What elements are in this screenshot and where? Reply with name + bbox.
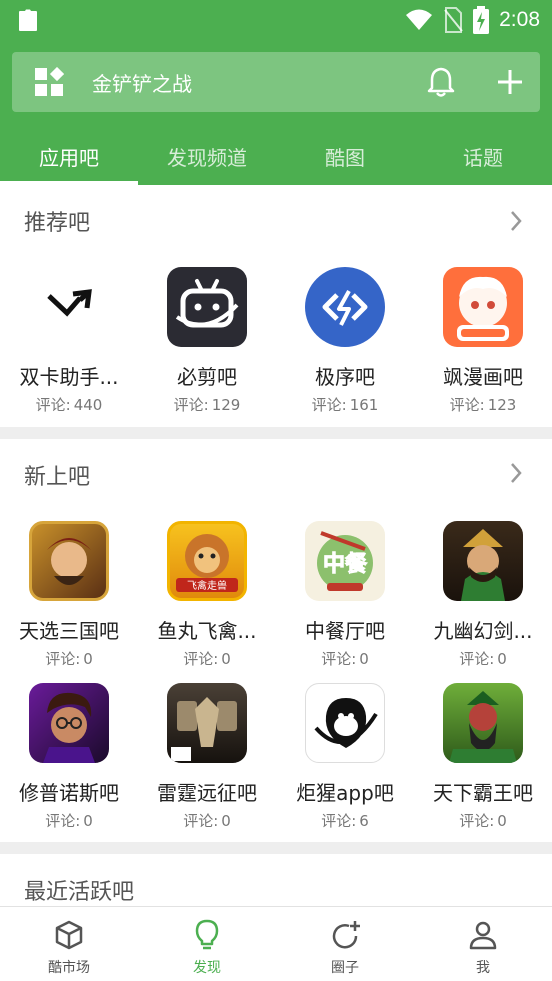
- item-comments: 评论: 0: [459, 650, 507, 668]
- item-comments: 评论: 0: [183, 812, 231, 830]
- tab-topics[interactable]: 话题: [414, 128, 552, 185]
- item-comments: 评论: 0: [45, 812, 93, 830]
- bicut-app-icon: [167, 267, 247, 347]
- game-icon: [29, 683, 109, 763]
- list-item[interactable]: 必剪吧 评论: 129: [138, 267, 276, 417]
- add-icon[interactable]: [494, 66, 526, 98]
- item-name: 极序吧: [315, 365, 375, 389]
- game-icon: [29, 521, 109, 601]
- tab-discover-channel[interactable]: 发现频道: [138, 128, 276, 185]
- nav-circle[interactable]: 圈子: [276, 907, 414, 981]
- list-item[interactable]: 炬猩app吧 评论: 6: [276, 683, 414, 833]
- item-name: 天下霸王吧: [433, 781, 533, 805]
- chevron-right-icon[interactable]: [508, 209, 524, 233]
- wifi-icon: [406, 9, 433, 30]
- game-icon: [167, 683, 247, 763]
- list-item[interactable]: 飞禽走兽 鱼丸飞禽... 评论: 0: [138, 521, 276, 671]
- apps-grid-icon[interactable]: [34, 67, 64, 97]
- search-text[interactable]: 金铲铲之战: [92, 68, 192, 97]
- item-name: 双卡助手...: [19, 365, 119, 389]
- app-bar: 2:08 金铲铲之战 应用吧 发现频道 酷图 话题: [0, 0, 552, 185]
- nav-label: 发现: [193, 960, 221, 976]
- recommended-section: 推荐吧 双卡助手... 评论: 440 必剪吧 评论: 129 极序吧 评论: …: [0, 185, 552, 427]
- section-title: 最近活跃吧: [24, 880, 135, 905]
- item-name: 中餐厅吧: [305, 619, 385, 643]
- nav-label: 我: [476, 960, 490, 976]
- gorilla-app-icon: [305, 683, 385, 763]
- list-item[interactable]: 极序吧 评论: 161: [276, 267, 414, 417]
- nav-market[interactable]: 酷市场: [0, 907, 138, 981]
- item-name: 九幽幻剑...: [433, 619, 533, 643]
- item-comments: 评论: 6: [321, 812, 369, 830]
- item-name: 天选三国吧: [19, 619, 119, 643]
- saman-app-icon: [443, 267, 523, 347]
- item-name: 鱼丸飞禽...: [157, 619, 257, 643]
- search-bar[interactable]: 金铲铲之战: [12, 52, 540, 112]
- item-name: 雷霆远征吧: [157, 781, 257, 805]
- item-comments: 评论: 0: [459, 812, 507, 830]
- game-icon: [443, 521, 523, 601]
- tab-cool-pics[interactable]: 酷图: [276, 128, 414, 185]
- item-comments: 评论: 123: [449, 396, 517, 414]
- item-comments: 评论: 0: [183, 650, 231, 668]
- list-item[interactable]: 中餐 中餐厅吧 评论: 0: [276, 521, 414, 671]
- nav-me[interactable]: 我: [414, 907, 552, 981]
- tab-bar: 应用吧 发现频道 酷图 话题: [0, 128, 552, 185]
- cube-icon: [55, 920, 83, 950]
- list-item[interactable]: 天选三国吧 评论: 0: [0, 521, 138, 671]
- list-item[interactable]: 修普诺斯吧 评论: 0: [0, 683, 138, 833]
- circle-plus-icon: [332, 921, 360, 949]
- section-title: 新上吧: [24, 465, 91, 490]
- item-name: 飒漫画吧: [443, 365, 523, 389]
- status-bar: 2:08: [0, 0, 552, 40]
- item-comments: 评论: 440: [35, 396, 103, 414]
- svg-text:飞禽走兽: 飞禽走兽: [187, 579, 227, 592]
- nav-discover[interactable]: 发现: [138, 907, 276, 981]
- no-sim-icon: [444, 7, 463, 33]
- nav-label: 酷市场: [48, 960, 90, 976]
- dual-sim-icon: [29, 267, 109, 347]
- nav-label: 圈子: [331, 960, 359, 976]
- person-icon: [469, 921, 497, 950]
- jixu-app-icon: [305, 267, 385, 347]
- list-item[interactable]: 双卡助手... 评论: 440: [0, 267, 138, 417]
- list-item[interactable]: 九幽幻剑... 评论: 0: [414, 521, 552, 671]
- status-time: 2:08: [499, 8, 540, 31]
- section-title: 推荐吧: [24, 211, 91, 236]
- item-name: 修普诺斯吧: [19, 781, 119, 805]
- list-item[interactable]: 飒漫画吧 评论: 123: [414, 267, 552, 417]
- bottom-navigation: 酷市场 发现 圈子 我: [0, 906, 552, 981]
- game-icon: [443, 683, 523, 763]
- battery-charging-icon: [473, 6, 490, 34]
- recently-active-section: 最近活跃吧: [0, 854, 552, 906]
- lightbulb-icon: [195, 919, 219, 950]
- item-comments: 评论: 0: [45, 650, 93, 668]
- game-icon: 飞禽走兽: [167, 521, 247, 601]
- list-item[interactable]: 天下霸王吧 评论: 0: [414, 683, 552, 833]
- notification-bell-icon[interactable]: [426, 66, 456, 98]
- item-comments: 评论: 161: [311, 396, 379, 414]
- chevron-right-icon[interactable]: [508, 461, 524, 485]
- item-comments: 评论: 0: [321, 650, 369, 668]
- item-name: 炬猩app吧: [296, 781, 394, 805]
- item-name: 必剪吧: [177, 365, 237, 389]
- list-item[interactable]: 雷霆远征吧 评论: 0: [138, 683, 276, 833]
- game-icon: 中餐: [305, 521, 385, 601]
- new-section: 新上吧 天选三国吧 评论: 0 飞禽走兽 鱼丸飞禽... 评论: 0 中餐 中餐…: [0, 439, 552, 842]
- tab-apps[interactable]: 应用吧: [0, 128, 138, 185]
- svg-text:中餐: 中餐: [323, 552, 368, 577]
- notification-clipboard-icon: [19, 9, 37, 31]
- item-comments: 评论: 129: [173, 396, 241, 414]
